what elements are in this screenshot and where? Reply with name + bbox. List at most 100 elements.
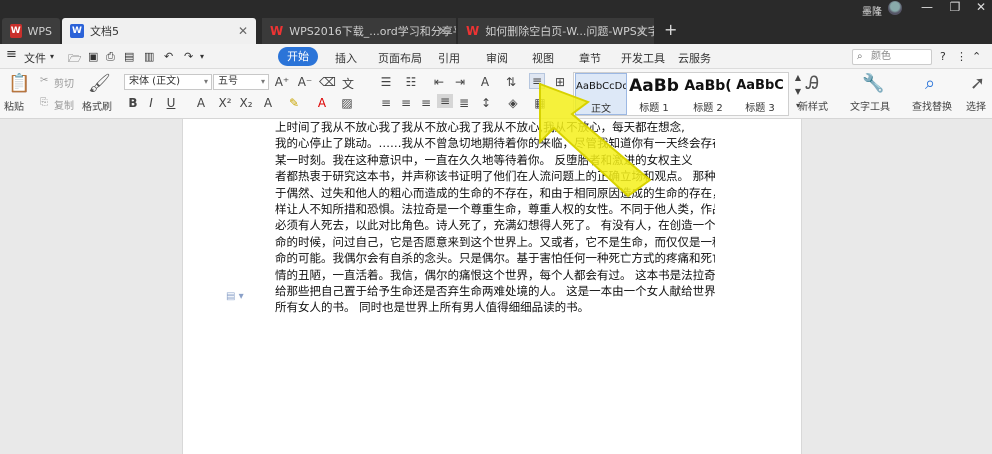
- minimize-button[interactable]: —: [916, 0, 938, 14]
- tab-developer[interactable]: 开发工具: [621, 50, 665, 66]
- grow-font-icon[interactable]: A⁺: [274, 75, 290, 89]
- font-size-select[interactable]: 五号 ▾: [213, 74, 269, 90]
- clear-format-icon[interactable]: ⌫: [319, 75, 336, 89]
- shading-icon[interactable]: ◈: [505, 96, 521, 110]
- align-left-icon[interactable]: ≡: [378, 96, 394, 110]
- borders-icon[interactable]: ▦: [532, 96, 548, 110]
- tab-references[interactable]: 引用: [438, 50, 460, 66]
- tab-web-delete-blank-page[interactable]: W 如何删除空白页-W...问题-WPS文字- ✕: [458, 18, 654, 44]
- decrease-indent-icon[interactable]: ⇤: [431, 75, 447, 89]
- paste-button[interactable]: 粘贴: [4, 98, 24, 113]
- more-options-icon[interactable]: ⋮: [956, 50, 967, 63]
- search-input[interactable]: ⌕ 颜色: [852, 49, 932, 65]
- tab-document[interactable]: W 文档5 ✕: [62, 18, 256, 44]
- numbering-icon[interactable]: ☷: [403, 75, 419, 89]
- tab-cloud-service[interactable]: 云服务: [678, 50, 711, 66]
- phonetic-guide-icon[interactable]: 文: [340, 75, 356, 92]
- sort-icon[interactable]: ⇅: [503, 75, 519, 89]
- cut-button[interactable]: 剪切: [54, 75, 74, 90]
- document-area[interactable]: 上时间了我从不放心我了我从不放心我了我从不放心,我从不放心，每天都在想念, 我的…: [0, 119, 992, 454]
- close-tab-icon[interactable]: ✕: [636, 24, 646, 38]
- new-style-button[interactable]: 新样式: [798, 98, 828, 113]
- select-button[interactable]: 选择: [966, 98, 986, 113]
- new-style-icon[interactable]: Ꭿ: [806, 73, 819, 94]
- text-effect-icon[interactable]: A: [260, 96, 276, 110]
- undo-icon[interactable]: ↶: [164, 50, 173, 63]
- style-normal[interactable]: AaBbCcDd 正文: [575, 73, 627, 115]
- style-preview: AaBbCcDd: [576, 81, 626, 92]
- font-color-icon[interactable]: A: [314, 96, 330, 110]
- underline-icon[interactable]: U: [163, 96, 179, 110]
- tab-web-wps-download[interactable]: W WPS2016下载_...ord学习和分享平台 ✕: [262, 18, 456, 44]
- tab-label: WPS: [27, 24, 53, 38]
- style-preview: AaBb: [629, 76, 679, 96]
- redo-icon[interactable]: ↷: [184, 50, 193, 63]
- style-heading-2[interactable]: AaBb( 标题 2: [682, 73, 734, 115]
- chinese-layout-icon[interactable]: A: [477, 75, 493, 89]
- subscript-icon[interactable]: X₂: [238, 96, 254, 110]
- find-replace-button[interactable]: 查找替换: [912, 98, 952, 113]
- style-heading-1[interactable]: AaBb 标题 1: [628, 73, 680, 115]
- wps-web-icon: W: [270, 24, 284, 38]
- close-tab-icon[interactable]: ✕: [238, 24, 248, 38]
- strikethrough-icon[interactable]: A: [193, 96, 209, 110]
- tab-insert[interactable]: 插入: [335, 50, 357, 66]
- superscript-icon[interactable]: X²: [217, 96, 233, 110]
- format-painter-button[interactable]: 格式刷: [82, 98, 112, 113]
- increase-indent-icon[interactable]: ⇥: [452, 75, 468, 89]
- tab-wps-home[interactable]: W WPS: [2, 18, 60, 44]
- avatar[interactable]: [888, 1, 902, 15]
- tab-chapter[interactable]: 章节: [579, 50, 601, 66]
- format-painter-icon[interactable]: 🖌: [88, 73, 111, 94]
- chevron-down-icon[interactable]: ▾: [200, 52, 204, 61]
- justify-icon[interactable]: ≡: [437, 94, 453, 108]
- close-tab-icon[interactable]: ✕: [438, 24, 448, 38]
- paragraph-handle-icon[interactable]: ▤ ▾: [226, 291, 244, 302]
- paste-icon[interactable]: 📋: [8, 73, 30, 94]
- tab-view[interactable]: 视图: [532, 50, 554, 66]
- select-cursor-icon[interactable]: ➚: [970, 73, 985, 94]
- restore-button[interactable]: ❐: [944, 0, 966, 14]
- text-tools-button[interactable]: 文字工具: [850, 98, 890, 113]
- bold-icon[interactable]: B: [125, 96, 141, 110]
- user-name[interactable]: 墨隆: [862, 3, 882, 18]
- chevron-down-icon[interactable]: ▾: [50, 52, 54, 61]
- line-spacing-icon[interactable]: ↕: [478, 96, 494, 110]
- show-paragraph-marks-icon[interactable]: ≡: [529, 73, 545, 89]
- distributed-align-icon[interactable]: ≣: [456, 96, 472, 110]
- character-shading-icon[interactable]: ▨: [339, 96, 355, 110]
- add-tab-button[interactable]: +: [664, 20, 677, 39]
- align-right-icon[interactable]: ≡: [418, 96, 434, 110]
- save-icon[interactable]: ▣: [88, 50, 98, 63]
- bullets-icon[interactable]: ☰: [378, 75, 394, 89]
- style-heading-3[interactable]: AaBbC 标题 3: [734, 73, 786, 115]
- copy-icon[interactable]: ⎘: [40, 97, 48, 108]
- font-name-select[interactable]: 宋体 (正文) ▾: [124, 74, 212, 90]
- document-page[interactable]: 上时间了我从不放心我了我从不放心我了我从不放心,我从不放心，每天都在想念, 我的…: [182, 119, 802, 454]
- tab-start[interactable]: 开始: [278, 47, 318, 66]
- print-icon[interactable]: ⎙: [106, 50, 115, 64]
- copy-button[interactable]: 复制: [54, 97, 74, 112]
- gallery-scroll-up-icon[interactable]: ▲: [790, 73, 806, 82]
- table-grid-icon[interactable]: ⊞: [552, 75, 568, 89]
- align-center-icon[interactable]: ≡: [398, 96, 414, 110]
- export-pdf-icon[interactable]: ▥: [144, 50, 154, 63]
- file-menu[interactable]: 文件: [24, 50, 46, 66]
- document-body[interactable]: 上时间了我从不放心我了我从不放心我了我从不放心,我从不放心，每天都在想念, 我的…: [275, 119, 715, 316]
- open-folder-icon[interactable]: 🗁: [68, 50, 82, 69]
- tab-page-layout[interactable]: 页面布局: [378, 50, 422, 66]
- print-preview-icon[interactable]: ▤: [124, 50, 134, 63]
- collapse-ribbon-icon[interactable]: ⌃: [972, 50, 981, 63]
- text-tools-icon[interactable]: 🔧: [862, 73, 884, 94]
- cut-icon[interactable]: ✂: [40, 75, 48, 86]
- italic-icon[interactable]: I: [143, 96, 159, 110]
- highlight-color-icon[interactable]: ✎: [286, 96, 302, 110]
- wps-logo-icon: W: [10, 24, 22, 38]
- help-button[interactable]: ?: [940, 50, 946, 63]
- find-replace-icon[interactable]: ⌕: [925, 73, 935, 94]
- tab-review[interactable]: 审阅: [486, 50, 508, 66]
- hamburger-menu-icon[interactable]: ≡: [6, 47, 17, 62]
- shrink-font-icon[interactable]: A⁻: [297, 75, 313, 89]
- gallery-scroll-down-icon[interactable]: ▼: [790, 87, 806, 96]
- close-window-button[interactable]: ✕: [970, 0, 992, 14]
